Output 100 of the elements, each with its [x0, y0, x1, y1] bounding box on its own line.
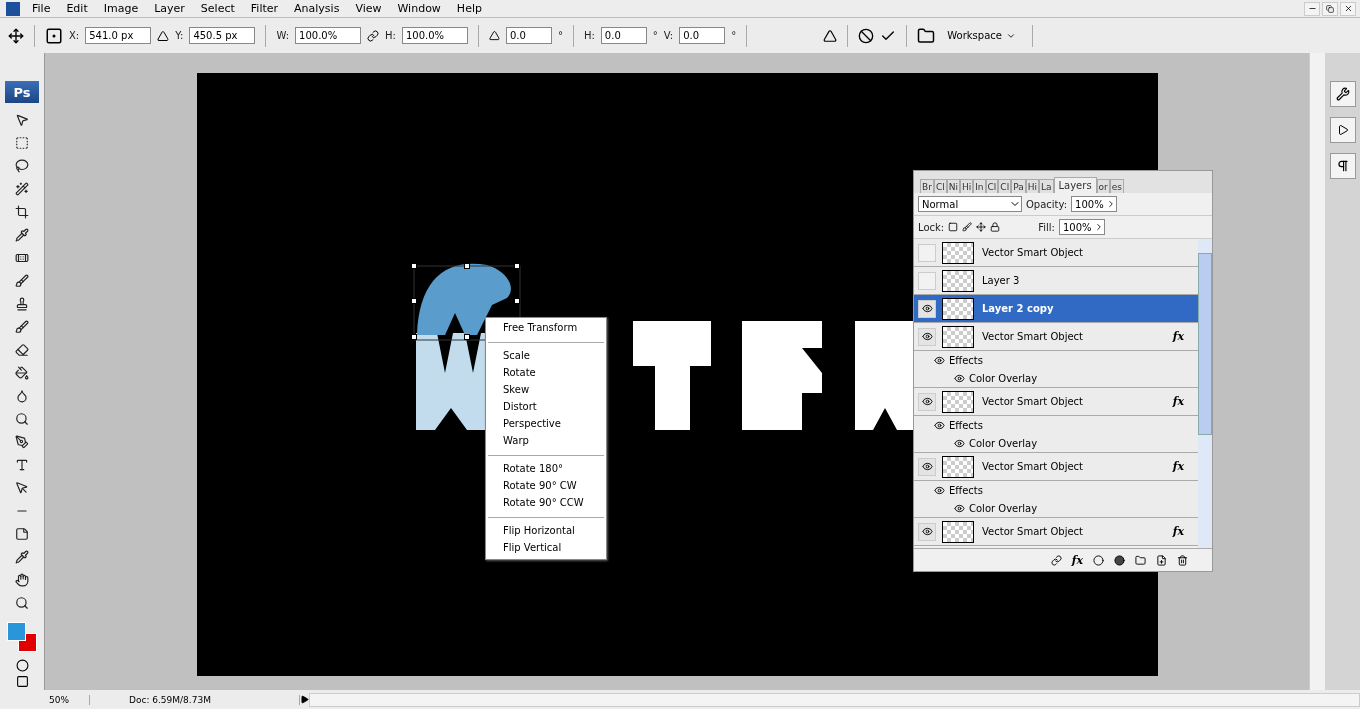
menu-item[interactable]: Filter — [242, 2, 287, 15]
layer-effect-row[interactable]: Effects — [914, 416, 1198, 434]
value-field[interactable]: 0.0 — [679, 27, 726, 44]
tools-button[interactable] — [1329, 81, 1356, 107]
panel-tab[interactable]: Pa — [1011, 179, 1026, 193]
menu-item[interactable]: Rotate 180° — [486, 461, 606, 478]
menu-item[interactable]: Image — [95, 2, 147, 15]
eye-icon[interactable] — [934, 484, 945, 496]
fill-field[interactable]: 100% — [1058, 219, 1105, 235]
panel-tab[interactable]: In — [973, 179, 986, 193]
panel-tab[interactable]: Br — [920, 179, 934, 193]
menu-item[interactable]: Warp — [486, 433, 606, 450]
adjustment-icon[interactable] — [1114, 554, 1125, 566]
link-icon[interactable] — [1050, 554, 1062, 566]
visibility-toggle[interactable] — [918, 392, 936, 411]
lock-move-icon[interactable] — [976, 222, 987, 232]
value-field[interactable]: 100.0% — [401, 27, 468, 44]
crop-tool-icon[interactable] — [15, 205, 29, 219]
layer-effect-row[interactable]: Color Overlay — [914, 434, 1198, 453]
move-icon[interactable] — [8, 27, 24, 44]
layer-effect-row[interactable]: Color Overlay — [914, 369, 1198, 388]
scrollbar[interactable] — [309, 692, 1360, 707]
layer-effect-row[interactable]: Color Overlay — [914, 499, 1198, 518]
menu-item[interactable]: Edit — [58, 2, 96, 15]
menu-item[interactable]: Flip Horizontal — [486, 523, 606, 540]
bandage-tool-icon[interactable] — [15, 251, 29, 265]
layer-row[interactable]: Vector Smart Object — [914, 239, 1198, 267]
color-swatches[interactable] — [7, 622, 37, 650]
menu-item[interactable]: Layer — [146, 2, 193, 15]
menu-item[interactable]: View — [347, 2, 390, 15]
zoom-level[interactable]: 50% — [45, 694, 90, 705]
eye-icon[interactable] — [954, 372, 965, 384]
visibility-toggle[interactable] — [918, 457, 936, 476]
eye-icon[interactable] — [954, 502, 965, 514]
wrench-icon[interactable] — [1335, 87, 1350, 101]
layer-row[interactable]: Layer 2 copy — [914, 295, 1198, 323]
menu-item[interactable]: Free Transform — [486, 320, 606, 337]
pilcrow-icon[interactable] — [1335, 159, 1350, 173]
eye-icon[interactable] — [954, 437, 965, 449]
lock-transparency-icon[interactable] — [948, 222, 959, 232]
link-icon[interactable] — [367, 29, 380, 42]
layer-row[interactable]: Layer 3 — [914, 267, 1198, 295]
paint-bucket-tool-icon[interactable] — [15, 366, 29, 380]
menu-item[interactable]: Rotate — [486, 365, 606, 382]
menu-item[interactable]: File — [24, 2, 59, 15]
screen-mode-icon[interactable] — [15, 675, 29, 688]
eye-icon[interactable] — [921, 526, 933, 537]
value-field[interactable]: 100.0% — [295, 27, 362, 44]
status-menu-icon[interactable] — [300, 695, 309, 704]
visibility-toggle[interactable] — [918, 327, 936, 346]
eraser-tool-icon[interactable] — [15, 343, 29, 357]
menu-item[interactable]: Rotate 90° CW — [486, 478, 606, 495]
eye-icon[interactable] — [921, 303, 933, 314]
menu-item[interactable]: Select — [192, 2, 243, 15]
paragraph-button[interactable] — [1329, 153, 1356, 179]
restore-button[interactable] — [1322, 1, 1338, 16]
folder-icon[interactable] — [917, 26, 936, 45]
new-layer-icon[interactable] — [1156, 554, 1167, 566]
folder-icon[interactable] — [1135, 554, 1146, 566]
zoom-tool-icon[interactable] — [15, 596, 29, 610]
trash-icon[interactable] — [1177, 554, 1188, 566]
workspace-button[interactable]: Workspace — [941, 29, 1022, 42]
value-field[interactable]: 541.0 px — [85, 27, 152, 44]
marquee-tool-icon[interactable] — [15, 136, 29, 150]
lasso-tool-icon[interactable] — [15, 159, 29, 173]
menu-item[interactable]: Distort — [486, 399, 606, 416]
eye-icon[interactable] — [921, 461, 933, 472]
pen-tool-icon[interactable] — [15, 435, 29, 449]
value-field[interactable]: 0.0 — [505, 27, 552, 44]
layer-style-button[interactable]: fx — [1071, 553, 1083, 567]
layer-effect-row[interactable]: Effects — [914, 481, 1198, 499]
note-tool-icon[interactable] — [15, 527, 29, 541]
visibility-toggle[interactable] — [918, 271, 936, 290]
restore-icon[interactable] — [1326, 4, 1334, 13]
value-field[interactable]: 450.5 px — [189, 27, 256, 44]
play-icon[interactable] — [1336, 124, 1349, 136]
hand-tool-icon[interactable] — [15, 573, 29, 587]
wand-tool-icon[interactable] — [15, 182, 29, 196]
lock-icon[interactable] — [990, 222, 1001, 232]
layer-row[interactable]: Vector Smart Object fx — [914, 388, 1198, 416]
reference-point-icon[interactable] — [45, 26, 63, 45]
menu-item[interactable]: Rotate 90° CCW — [486, 495, 606, 512]
scrollbar[interactable] — [1198, 239, 1212, 548]
actions-button[interactable] — [1329, 117, 1356, 143]
panel-tab[interactable]: Cl — [998, 179, 1012, 193]
droplet-tool-icon[interactable] — [15, 389, 29, 403]
eye-icon[interactable] — [921, 331, 933, 342]
type-tool-icon[interactable] — [15, 458, 29, 472]
lock-brush-icon[interactable] — [962, 222, 973, 232]
visibility-toggle[interactable] — [918, 299, 936, 318]
path-selection-tool-icon[interactable] — [15, 481, 29, 495]
brush-tool-icon[interactable] — [15, 274, 29, 288]
opacity-field[interactable]: 100% — [1071, 196, 1118, 212]
menu-item[interactable]: Window — [389, 2, 449, 15]
eye-icon[interactable] — [921, 396, 933, 407]
menu-item[interactable]: Flip Vertical — [486, 540, 606, 557]
visibility-toggle[interactable] — [918, 243, 936, 262]
menu-item[interactable]: Analysis — [286, 2, 348, 15]
layer-row[interactable]: Vector Smart Object fx — [914, 453, 1198, 481]
quick-mask-icon[interactable] — [15, 659, 29, 672]
